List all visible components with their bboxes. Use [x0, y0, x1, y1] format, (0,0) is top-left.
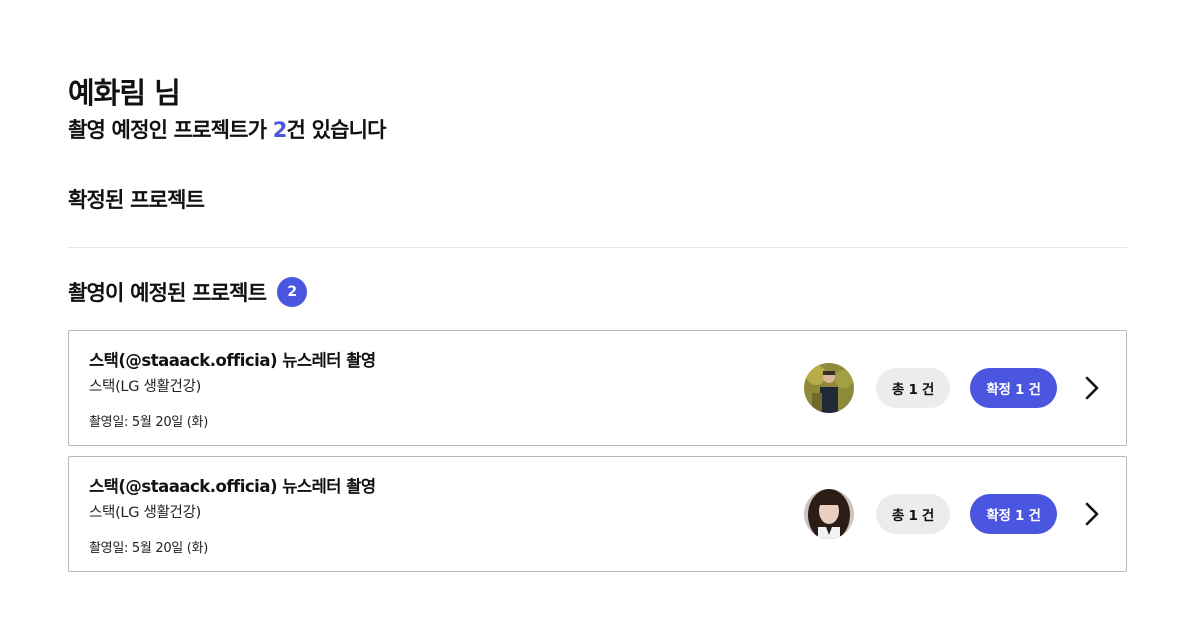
section-divider — [68, 247, 1127, 248]
scheduled-count-badge: 2 — [277, 277, 308, 307]
project-client: 스택(LG 생활건강) — [89, 379, 201, 395]
total-count-pill: 총 1 건 — [876, 494, 950, 534]
summary-prefix: 촬영 예정인 프로젝트가 — [68, 118, 273, 142]
project-title: 스택(@staaack.officia) 뉴스레터 촬영 — [89, 351, 376, 370]
avatar[interactable] — [804, 489, 854, 539]
scheduled-summary: 촬영 예정인 프로젝트가 2건 있습니다 — [68, 114, 386, 146]
summary-count: 2 — [272, 118, 288, 142]
avatar-photo — [804, 363, 854, 413]
summary-suffix: 건 있습니다 — [286, 118, 387, 142]
scheduled-projects-heading: 촬영이 예정된 프로젝트 — [68, 281, 267, 305]
scheduled-projects-header: 촬영이 예정된 프로젝트 2 — [68, 277, 308, 307]
confirmed-count-pill: 확정 1 건 — [970, 494, 1057, 534]
avatar-photo — [804, 489, 854, 539]
user-name-heading: 예화림 님 — [68, 76, 181, 110]
confirmed-projects-heading: 확정된 프로젝트 — [68, 188, 205, 212]
project-shoot-date: 촬영일: 5월 20일 (화) — [89, 415, 208, 430]
greeting: 예화림 님 촬영 예정인 프로젝트가 2건 있습니다 — [68, 74, 386, 146]
chevron-right-icon[interactable] — [1081, 374, 1103, 402]
project-card[interactable]: 스택(@staaack.officia) 뉴스레터 촬영 스택(LG 생활건강)… — [68, 456, 1127, 572]
project-shoot-date: 촬영일: 5월 20일 (화) — [89, 541, 208, 556]
project-title: 스택(@staaack.officia) 뉴스레터 촬영 — [89, 477, 376, 496]
confirmed-count-pill: 확정 1 건 — [970, 368, 1057, 408]
chevron-right-icon[interactable] — [1081, 500, 1103, 528]
avatar[interactable] — [804, 363, 854, 413]
total-count-pill: 총 1 건 — [876, 368, 950, 408]
project-card[interactable]: 스택(@staaack.officia) 뉴스레터 촬영 스택(LG 생활건강)… — [68, 330, 1127, 446]
project-client: 스택(LG 생활건강) — [89, 505, 201, 521]
